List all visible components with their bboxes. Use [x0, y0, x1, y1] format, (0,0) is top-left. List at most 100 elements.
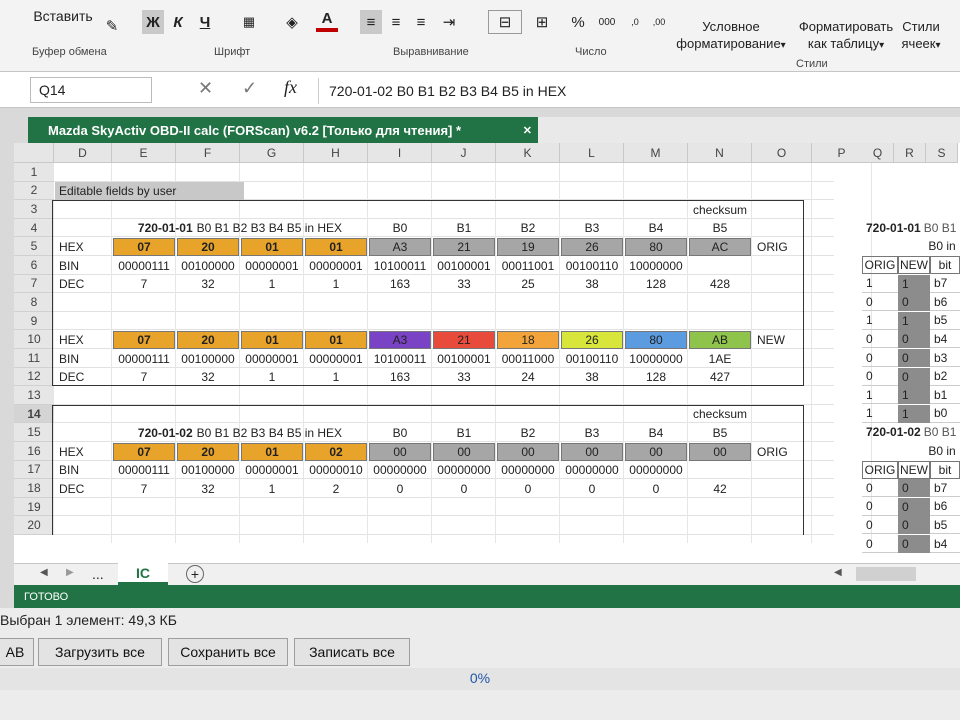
orig-bin-cell[interactable]: 00000010 — [305, 461, 367, 479]
side-table-header[interactable]: 720-01-01 B0 B1 — [862, 219, 960, 237]
new-dec-cell[interactable]: 1 — [305, 368, 367, 386]
new-bin-cell[interactable]: 00100000 — [177, 350, 239, 368]
new-bin-cell[interactable]: 00100110 — [561, 350, 623, 368]
checksum-label[interactable]: checksum — [689, 201, 751, 219]
close-tab-icon[interactable]: ✕ — [523, 124, 532, 137]
orig-hex-cell[interactable]: 80 — [625, 237, 687, 256]
hscroll-thumb[interactable] — [856, 567, 916, 581]
side-orig-cell[interactable]: 1 — [862, 275, 898, 293]
column-header[interactable]: Q — [862, 143, 894, 163]
orig-bin-cell[interactable]: 10000000 — [625, 257, 687, 275]
new-bin-cell[interactable]: 00000111 — [113, 350, 175, 368]
orig-dec-cell[interactable]: 42 — [689, 480, 751, 498]
side-orig-cell[interactable]: 0 — [862, 368, 898, 386]
column-header[interactable]: O — [752, 143, 812, 163]
byte-label[interactable]: B0 — [369, 219, 431, 237]
orig-dec-cell[interactable]: 32 — [177, 275, 239, 293]
orig-dec-cell[interactable]: 0 — [625, 480, 687, 498]
orig-bin-cell[interactable]: 00000000 — [369, 461, 431, 479]
byte-label[interactable]: B2 — [497, 219, 559, 237]
paste-button[interactable]: Вставить — [28, 4, 98, 28]
side-new-cell[interactable]: 0 — [898, 293, 930, 312]
new-bin-cell[interactable]: 00000001 — [241, 350, 303, 368]
side-new-cell[interactable]: 0 — [898, 349, 930, 367]
workbook-tab[interactable]: Mazda SkyActiv OBD-II calc (FORScan) v6.… — [28, 117, 538, 143]
orig-bin-cell[interactable]: 00000001 — [241, 257, 303, 275]
write-all-button[interactable]: Записать все — [294, 638, 410, 666]
column-header[interactable]: G — [240, 143, 304, 163]
new-tag[interactable]: NEW — [753, 331, 811, 349]
orig-hex-cell[interactable]: AC — [689, 237, 751, 256]
side-col-header[interactable]: ORIG — [862, 256, 898, 274]
row-header[interactable]: 4 — [14, 218, 54, 238]
orig-bin-cell[interactable]: 00000000 — [561, 461, 623, 479]
align-center-icon[interactable]: ≡ — [385, 10, 407, 34]
new-dec-cell[interactable]: 1 — [241, 368, 303, 386]
byte-label[interactable]: B1 — [433, 424, 495, 442]
sheet-next-icon[interactable]: ▶ — [66, 567, 74, 578]
side-new-cell[interactable]: 1 — [898, 386, 930, 405]
row-header[interactable]: 15 — [14, 423, 54, 442]
select-all-corner[interactable] — [14, 143, 54, 163]
row-header[interactable]: 18 — [14, 479, 54, 498]
orig-dec-cell[interactable]: 7 — [113, 480, 175, 498]
orig-hex-cell[interactable]: 07 — [113, 442, 175, 461]
new-bin-cell[interactable]: 00000001 — [305, 350, 367, 368]
cell-styles-button[interactable]: Стили ячеек▾ — [898, 18, 944, 54]
underline-button[interactable]: Ч — [194, 10, 216, 34]
new-dec-cell[interactable]: 38 — [561, 368, 623, 386]
side-table-header[interactable]: 720-01-02 B0 B1 — [862, 423, 960, 441]
byte-label[interactable]: B1 — [433, 219, 495, 237]
row-header[interactable]: 20 — [14, 516, 54, 535]
row-header[interactable]: 14 — [14, 404, 54, 424]
orig-hex-cell[interactable]: 19 — [497, 237, 559, 256]
side-new-cell[interactable]: 1 — [898, 404, 930, 423]
side-col-header[interactable]: bit — [930, 460, 960, 479]
column-header[interactable]: S — [926, 143, 958, 163]
new-dec-cell[interactable]: 163 — [369, 368, 431, 386]
font-color-button[interactable]: А — [316, 8, 338, 32]
dec-label[interactable]: DEC — [55, 480, 111, 498]
orig-hex-cell[interactable]: 00 — [561, 442, 623, 461]
insert-function-icon[interactable]: fx — [284, 77, 297, 98]
side-new-cell[interactable]: 0 — [898, 497, 930, 516]
side-orig-cell[interactable]: 0 — [862, 535, 898, 553]
column-header[interactable]: L — [560, 143, 624, 163]
new-hex-cell[interactable]: 07 — [113, 330, 175, 349]
column-header[interactable]: N — [688, 143, 752, 163]
new-hex-cell[interactable]: A3 — [369, 330, 431, 349]
side-col-header[interactable]: bit — [930, 256, 960, 274]
row-header[interactable]: 16 — [14, 442, 54, 461]
orig-bin-cell[interactable]: 00011001 — [497, 257, 559, 275]
side-orig-cell[interactable]: 0 — [862, 330, 898, 349]
side-orig-cell[interactable]: 1 — [862, 312, 898, 330]
orig-bin-cell[interactable]: 00100000 — [177, 461, 239, 479]
orig-tag[interactable]: ORIG — [753, 443, 811, 461]
side-orig-cell[interactable]: 0 — [862, 349, 898, 367]
orig-hex-cell[interactable]: 00 — [369, 442, 431, 461]
byte-label[interactable]: B5 — [689, 424, 751, 442]
orig-bin-cell[interactable]: 00100001 — [433, 257, 495, 275]
byte-label[interactable]: B3 — [561, 424, 623, 442]
new-dec-cell[interactable]: 427 — [689, 368, 751, 386]
side-new-cell[interactable]: 0 — [898, 535, 930, 553]
new-bin-cell[interactable]: 00100001 — [433, 350, 495, 368]
ab-button[interactable]: АВ — [0, 638, 34, 666]
row-header[interactable]: 11 — [14, 349, 54, 368]
percent-button[interactable]: % — [568, 10, 588, 34]
orig-hex-cell[interactable]: 02 — [305, 442, 367, 461]
column-header[interactable]: F — [176, 143, 240, 163]
new-hex-cell[interactable]: AB — [689, 330, 751, 349]
side-new-cell[interactable]: 1 — [898, 311, 930, 330]
orig-bin-cell[interactable]: 10100011 — [369, 257, 431, 275]
format-as-table-button[interactable]: Форматировать как таблицу▾ — [796, 18, 896, 54]
row-header[interactable]: 5 — [14, 237, 54, 256]
row-header[interactable]: 8 — [14, 293, 54, 312]
column-header[interactable]: M — [624, 143, 688, 163]
new-hex-cell[interactable]: 20 — [177, 330, 239, 349]
new-hex-cell[interactable]: 80 — [625, 330, 687, 349]
orig-dec-cell[interactable]: 1 — [305, 275, 367, 293]
sheet-tab-ic[interactable]: IC — [118, 563, 168, 585]
side-orig-cell[interactable]: 1 — [862, 405, 898, 423]
hex-label[interactable]: HEX — [55, 331, 111, 349]
